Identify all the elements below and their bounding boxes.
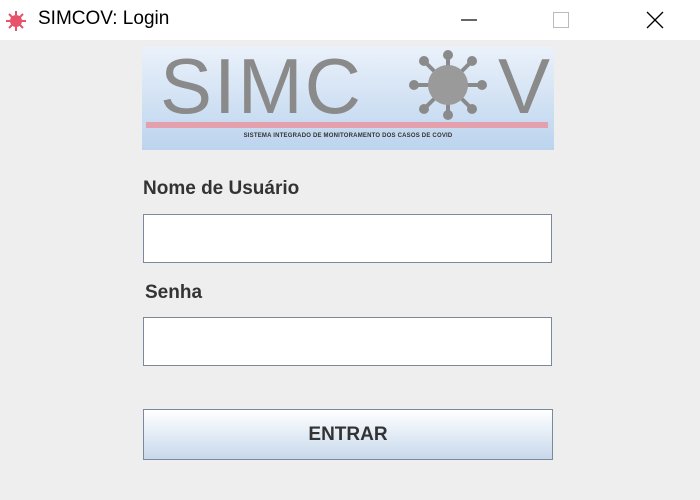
simcov-logo: SIMC V SISTEMA INTEGRADO DE MONITORAMENT… — [142, 42, 554, 150]
virus-logo-icon — [409, 50, 487, 120]
login-button[interactable]: ENTRAR — [143, 409, 553, 460]
logo-bar — [146, 122, 548, 128]
logo-subtitle: SISTEMA INTEGRADO DE MONITORAMENTO DOS C… — [243, 133, 453, 139]
close-button[interactable] — [632, 0, 678, 40]
username-input[interactable] — [143, 214, 552, 263]
maximize-icon — [553, 12, 569, 28]
maximize-button[interactable] — [538, 0, 584, 40]
window-title: SIMCOV: Login — [38, 8, 170, 29]
username-label: Nome de Usuário — [143, 178, 300, 199]
close-icon — [646, 11, 664, 29]
title-bar: SIMCOV: Login — [0, 0, 700, 40]
virus-app-icon — [6, 11, 26, 31]
password-input[interactable] — [143, 317, 552, 366]
password-label: Senha — [145, 282, 203, 303]
minimize-button[interactable] — [446, 0, 492, 40]
logo-text: SIMC — [160, 42, 363, 130]
logo-text-end: V — [498, 42, 551, 130]
minimize-icon — [461, 19, 477, 21]
